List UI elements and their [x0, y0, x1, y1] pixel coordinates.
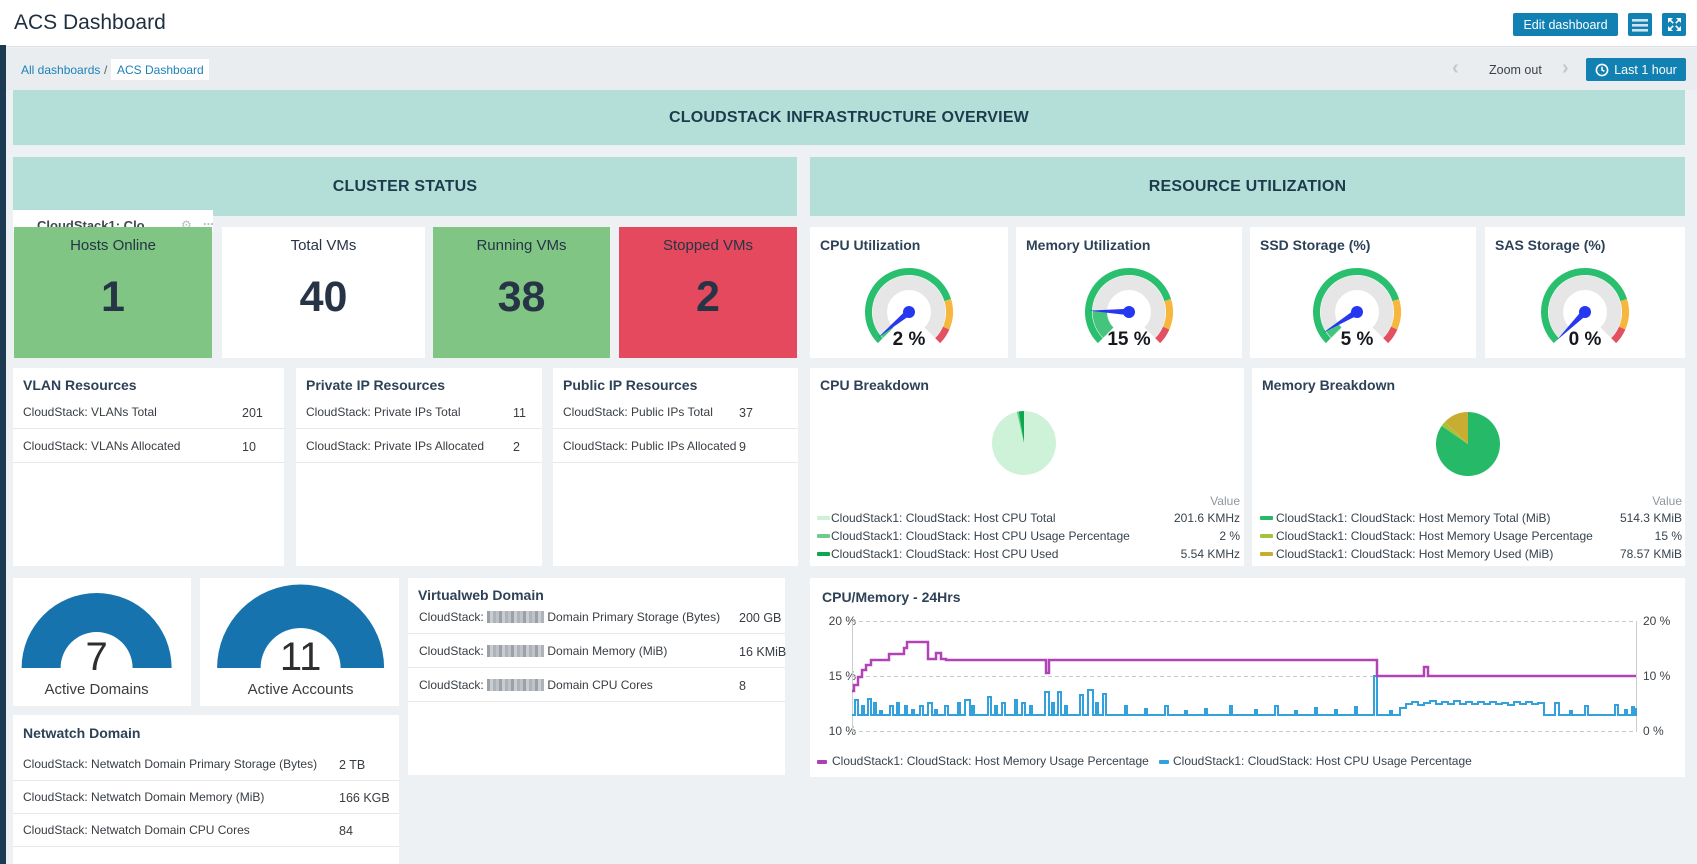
- svg-text:11: 11: [280, 635, 322, 679]
- svg-text:5 %: 5 %: [1341, 329, 1374, 350]
- svg-text:2 %: 2 %: [893, 329, 926, 350]
- svg-text:0 %: 0 %: [1569, 329, 1602, 350]
- svg-text:Active Accounts: Active Accounts: [248, 681, 354, 698]
- svg-text:Active Domains: Active Domains: [44, 681, 148, 698]
- svg-text:7: 7: [85, 635, 107, 679]
- svg-text:15 %: 15 %: [1107, 329, 1150, 350]
